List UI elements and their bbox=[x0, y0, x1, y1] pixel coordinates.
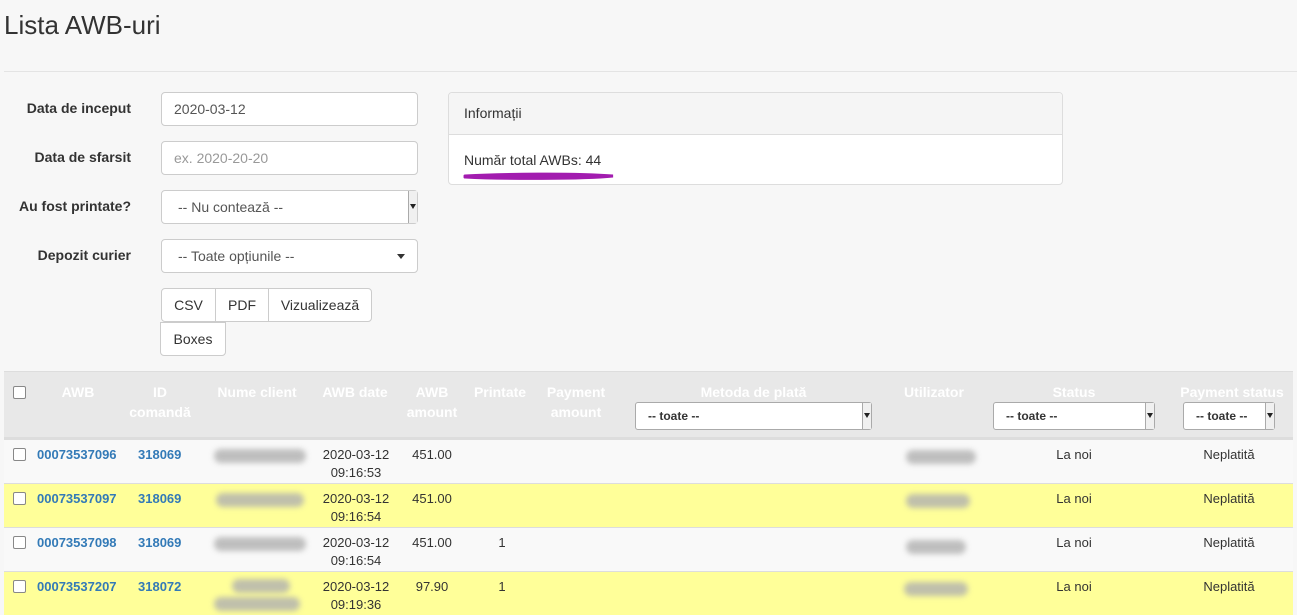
client-name-redacted bbox=[216, 493, 304, 507]
table-row: 00073537096 318069 2020-03-12 09:16:53 45… bbox=[4, 439, 1293, 483]
printed-select-arrow bbox=[408, 191, 417, 223]
header-awb-amount[interactable]: AWB amount bbox=[399, 382, 465, 422]
status-text: La noi bbox=[1056, 447, 1092, 462]
awb-date: 2020-03-12 09:16:53 bbox=[322, 447, 390, 480]
payment-status-text: Neplatită bbox=[1203, 447, 1255, 462]
payment-status-text: Neplatită bbox=[1203, 579, 1255, 594]
header-status[interactable]: Status bbox=[993, 382, 1155, 402]
client-name-redacted bbox=[232, 579, 290, 593]
payment-method-filter-arrow bbox=[862, 403, 871, 429]
printed-select[interactable]: -- Nu contează -- bbox=[161, 190, 418, 224]
row-checkbox[interactable] bbox=[13, 492, 26, 505]
client-name-redacted bbox=[214, 597, 300, 611]
chevron-down-icon bbox=[397, 254, 405, 259]
status-text: La noi bbox=[1056, 535, 1092, 550]
header-awb[interactable]: AWB bbox=[50, 382, 106, 402]
info-panel: Informații Număr total AWBs: 44 bbox=[448, 92, 1063, 185]
awb-link[interactable]: 00073537096 bbox=[37, 446, 117, 464]
depot-select[interactable]: -- Toate opțiunile -- bbox=[161, 239, 418, 273]
awb-date: 2020-03-12 09:16:54 bbox=[322, 491, 390, 524]
view-button[interactable]: Vizualizează bbox=[268, 288, 372, 322]
table-row: 00073537097 318069 2020-03-12 09:16:54 45… bbox=[4, 483, 1293, 527]
header-user[interactable]: Utilizator bbox=[894, 382, 974, 402]
awb-amount: 451.00 bbox=[412, 447, 452, 462]
payment-status-text: Neplatită bbox=[1203, 491, 1255, 506]
order-link[interactable]: 318069 bbox=[138, 446, 181, 464]
header-client[interactable]: Nume client bbox=[209, 382, 305, 402]
awb-link[interactable]: 00073537098 bbox=[37, 534, 117, 552]
pdf-button[interactable]: PDF bbox=[215, 288, 269, 322]
payment-status-filter-arrow bbox=[1265, 403, 1274, 429]
status-filter-arrow bbox=[1145, 403, 1154, 429]
awb-table: AWB ID comandă Nume client AWB date AWB … bbox=[4, 371, 1293, 615]
awb-amount: 451.00 bbox=[412, 491, 452, 506]
user-name-redacted bbox=[906, 450, 976, 464]
payment-method-filter-value: -- toate -- bbox=[648, 409, 700, 423]
header-printed[interactable]: Printate bbox=[470, 382, 530, 402]
awb-date: 2020-03-12 09:19:36 bbox=[322, 579, 390, 612]
depot-label: Depozit curier bbox=[37, 247, 131, 263]
header-payment-status[interactable]: Payment status bbox=[1176, 382, 1288, 402]
printed-count: 1 bbox=[498, 579, 506, 594]
status-filter[interactable]: -- toate -- bbox=[993, 402, 1155, 430]
header-payment-method[interactable]: Metoda de plată bbox=[635, 382, 872, 402]
awb-link[interactable]: 00073537097 bbox=[37, 490, 117, 508]
header-order-id[interactable]: ID comandă bbox=[124, 382, 196, 422]
awb-amount: 97.90 bbox=[415, 579, 449, 594]
client-name-redacted bbox=[214, 537, 306, 551]
header-payment-amount[interactable]: Payment amount bbox=[536, 382, 616, 422]
payment-method-filter[interactable]: -- toate -- bbox=[635, 402, 872, 430]
status-text: La noi bbox=[1056, 491, 1092, 506]
client-name-redacted bbox=[214, 449, 306, 463]
order-link[interactable]: 318069 bbox=[138, 534, 181, 552]
start-date-label: Data de inceput bbox=[26, 100, 131, 116]
csv-button[interactable]: CSV bbox=[161, 288, 216, 322]
awb-date: 2020-03-12 09:16:54 bbox=[322, 535, 390, 568]
header-awb-date[interactable]: AWB date bbox=[320, 382, 390, 402]
awb-amount: 451.00 bbox=[412, 535, 452, 550]
row-checkbox[interactable] bbox=[13, 580, 26, 593]
table-row: 00073537098 318069 2020-03-12 09:16:54 45… bbox=[4, 527, 1293, 571]
row-checkbox[interactable] bbox=[13, 536, 26, 549]
total-awbs-text: Număr total AWBs: 44 bbox=[464, 152, 602, 168]
user-name-redacted bbox=[906, 494, 970, 508]
info-panel-heading: Informații bbox=[449, 93, 1062, 135]
user-name-redacted bbox=[904, 582, 968, 596]
awb-link[interactable]: 00073537207 bbox=[37, 578, 117, 596]
user-name-redacted bbox=[906, 540, 966, 554]
printed-select-value: -- Nu contează -- bbox=[178, 199, 284, 215]
annotation-underline bbox=[463, 172, 614, 180]
row-checkbox[interactable] bbox=[13, 448, 26, 461]
printed-count: 1 bbox=[498, 535, 506, 550]
order-link[interactable]: 318069 bbox=[138, 490, 181, 508]
start-date-input[interactable] bbox=[161, 92, 418, 126]
payment-status-text: Neplatită bbox=[1203, 535, 1255, 550]
title-divider bbox=[4, 71, 1297, 72]
page-title: Lista AWB-uri bbox=[4, 10, 161, 40]
payment-status-filter[interactable]: -- toate -- bbox=[1183, 402, 1275, 430]
status-text: La noi bbox=[1056, 579, 1092, 594]
select-all-checkbox[interactable] bbox=[13, 386, 26, 399]
end-date-label: Data de sfarsit bbox=[34, 149, 131, 165]
order-link[interactable]: 318072 bbox=[138, 578, 181, 596]
status-filter-value: -- toate -- bbox=[1006, 409, 1058, 423]
table-row: 00073537207 318072 2020-03-12 09:19:36 97… bbox=[4, 571, 1293, 615]
printed-label: Au fost printate? bbox=[19, 198, 131, 214]
payment-status-filter-value: -- toate -- bbox=[1196, 409, 1248, 423]
info-panel-body: Număr total AWBs: 44 bbox=[449, 135, 1062, 185]
end-date-input[interactable] bbox=[161, 141, 418, 175]
depot-select-value: -- Toate opțiunile -- bbox=[178, 248, 295, 264]
table-header: AWB ID comandă Nume client AWB date AWB … bbox=[4, 371, 1293, 439]
boxes-button[interactable]: Boxes bbox=[160, 322, 226, 356]
